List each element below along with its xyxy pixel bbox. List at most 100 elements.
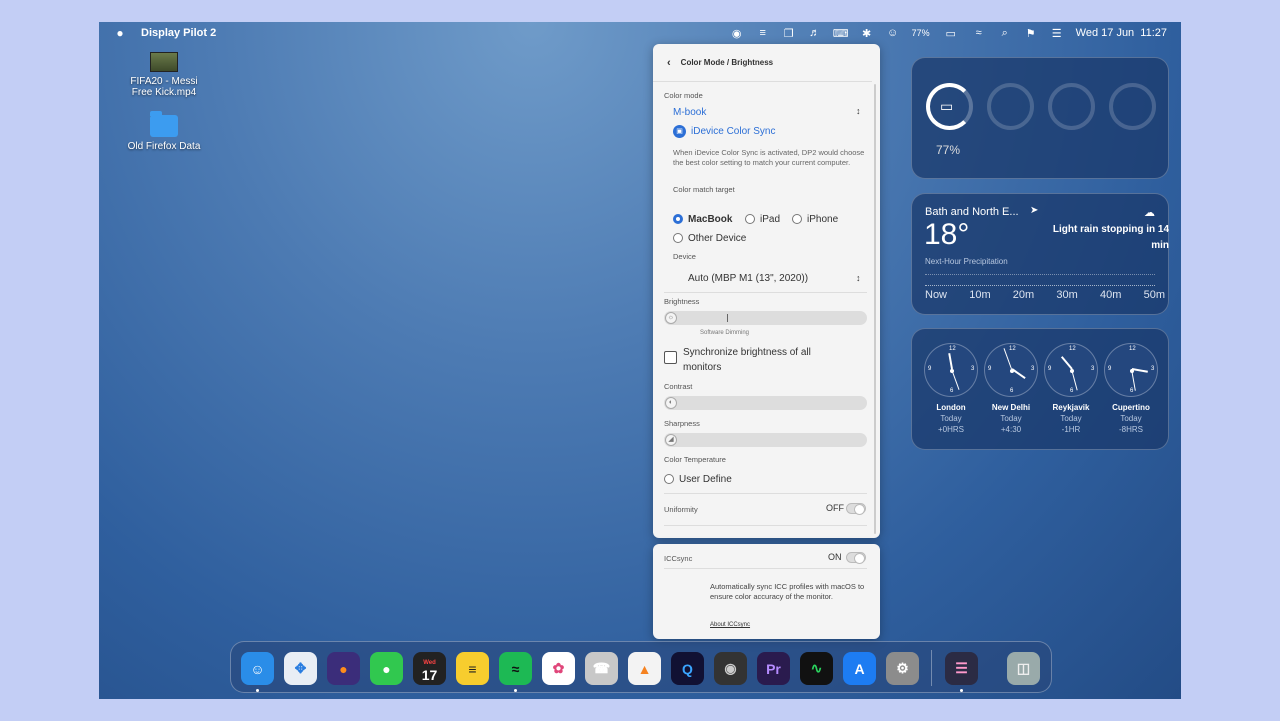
color-mode-label: Color mode: [664, 91, 703, 100]
time-label: Now: [925, 289, 948, 301]
iccsync-description: Automatically sync ICC profiles with mac…: [710, 582, 865, 601]
battery-icon[interactable]: ▭: [942, 27, 960, 40]
device-select[interactable]: Auto (MBP M1 (13", 2020)): [688, 273, 808, 284]
sharpness-label: Sharpness: [664, 419, 700, 428]
firefox-icon[interactable]: ●: [327, 652, 360, 685]
city-name: Cupertino: [1112, 403, 1150, 412]
finder-icon[interactable]: ☺: [241, 652, 274, 685]
apple-logo-icon[interactable]: ●: [113, 26, 127, 40]
menu-bar: ● Display Pilot 2 ◉ ≡ ❐ ♬ ⌨ ✱ ☺ 77% ▭ ≈ …: [99, 22, 1181, 44]
sharpness-icon[interactable]: ◢: [665, 434, 677, 446]
radio-ipad[interactable]: [745, 214, 755, 224]
messages-icon[interactable]: ●: [370, 652, 403, 685]
time-label: 50m: [1143, 289, 1165, 301]
sync-brightness-checkbox[interactable]: [664, 351, 677, 364]
volume-icon[interactable]: ♬: [808, 27, 822, 39]
divider: [664, 525, 867, 526]
menu-extra-icon[interactable]: ≡: [756, 27, 770, 39]
radio-iphone[interactable]: [792, 214, 802, 224]
city-day: Today: [1000, 414, 1022, 423]
divider: [664, 292, 867, 293]
battery-percent[interactable]: 77%: [912, 28, 930, 38]
weather-widget[interactable]: Bath and North E... ➤ ☁ 18° Light rain s…: [911, 193, 1169, 315]
sharpness-slider[interactable]: ◢: [664, 433, 867, 447]
screenshot-icon[interactable]: ◉: [714, 652, 747, 685]
desktop-file-video[interactable]: FIFA20 - Messi Free Kick.mp4: [119, 52, 209, 98]
window-icon[interactable]: ❐: [782, 27, 796, 40]
brightness-slider[interactable]: ☼: [664, 311, 867, 325]
color-mode-panel: ‹ Color Mode / Brightness Color mode M-b…: [653, 44, 880, 538]
battery-widget[interactable]: ▭ 77%: [911, 57, 1169, 179]
trash-icon[interactable]: ◫: [1007, 652, 1040, 685]
city-cupertino: Cupertino Today -8HRS: [1101, 403, 1161, 434]
search-icon[interactable]: ⌕: [998, 27, 1012, 39]
world-clock-widget[interactable]: 12 3 69 12 3 69 12 3 69 12 3 69 London T…: [911, 328, 1169, 450]
keyboard-icon[interactable]: ⌨: [833, 27, 849, 40]
notes-icon[interactable]: ≡: [456, 652, 489, 685]
safari-icon[interactable]: ✥: [284, 652, 317, 685]
desktop-folder-label: Old Firefox Data: [127, 141, 201, 152]
back-chevron-icon[interactable]: ‹: [667, 57, 671, 69]
activity-monitor-icon[interactable]: ∿: [800, 652, 833, 685]
control-center-icon[interactable]: ☰: [1050, 27, 1064, 40]
quicktime-icon[interactable]: Q: [671, 652, 704, 685]
panel-scrollbar[interactable]: [874, 84, 876, 534]
clock-face-london: 12 3 69: [924, 343, 978, 397]
desktop-folder[interactable]: Old Firefox Data: [119, 111, 209, 152]
battery-ring-empty: [1109, 83, 1156, 130]
uniformity-toggle[interactable]: [846, 503, 866, 515]
laptop-icon: ▭: [940, 98, 954, 114]
color-mode-select[interactable]: M-book: [673, 107, 706, 118]
menu-clock[interactable]: Wed 17 Jun 11:27: [1076, 27, 1167, 39]
wifi-icon[interactable]: ≈: [972, 27, 986, 39]
vlc-icon[interactable]: ▲: [628, 652, 661, 685]
panel-title: Color Mode / Brightness: [680, 58, 774, 67]
radio-user-define[interactable]: [664, 474, 674, 484]
sync-brightness-label: Synchronize brightness of all monitors: [683, 347, 811, 373]
contrast-icon[interactable]: ◐: [665, 397, 677, 409]
system-settings-icon[interactable]: ⚙: [886, 652, 919, 685]
user-icon[interactable]: ☺: [886, 27, 900, 39]
clock-face-new-delhi: 12 3 69: [984, 343, 1038, 397]
calendar-date: 17: [421, 666, 438, 683]
radio-macbook[interactable]: [673, 214, 683, 224]
rain-cloud-icon: ☁: [1144, 207, 1155, 219]
idevice-sync-link[interactable]: iDevice Color Sync: [691, 126, 775, 137]
battery-percent: 77%: [936, 143, 961, 157]
running-indicator: [514, 689, 517, 692]
contrast-label: Contrast: [664, 382, 693, 391]
active-app-name[interactable]: Display Pilot 2: [141, 27, 216, 39]
iccsync-panel: ICCsync ON Automatically sync ICC profil…: [653, 544, 880, 639]
select-arrows-icon[interactable]: ↕: [856, 106, 861, 116]
radio-other-device[interactable]: [673, 233, 683, 243]
premiere-icon[interactable]: Pr: [757, 652, 790, 685]
desktop: ● Display Pilot 2 ◉ ≡ ❐ ♬ ⌨ ✱ ☺ 77% ▭ ≈ …: [99, 22, 1181, 699]
flag-icon[interactable]: ⚑: [1024, 27, 1038, 40]
app-store-icon[interactable]: A: [843, 652, 876, 685]
divider: [664, 568, 867, 569]
idevice-sync-icon[interactable]: ▣: [673, 125, 686, 138]
city-name: London: [936, 403, 966, 412]
spotify-icon[interactable]: ≈: [499, 652, 532, 685]
panel-header: ‹ Color Mode / Brightness: [653, 44, 872, 82]
device-label: Device: [673, 252, 696, 261]
sun-icon[interactable]: ☼: [665, 312, 677, 324]
display-pilot-icon[interactable]: ◉: [730, 27, 744, 40]
time-label: 10m: [969, 289, 991, 301]
device-select-arrows-icon[interactable]: ↕: [856, 273, 861, 283]
weather-forecast: Light rain stopping in 14 min: [1052, 224, 1169, 251]
city-london: London Today +0HRS: [921, 403, 981, 434]
contrast-slider[interactable]: ◐: [664, 396, 867, 410]
whatsapp-icon[interactable]: ☎: [585, 652, 618, 685]
display-pilot-icon[interactable]: ☰: [945, 652, 978, 685]
dock: ☺ ✥ ● ● Wed 17 ≡ ≈ ✿ ☎ ▲ Q ◉ Pr ∿ A ⚙ ☰ …: [230, 641, 1052, 693]
calendar-icon[interactable]: Wed 17: [413, 652, 446, 685]
video-thumbnail-icon: [150, 52, 178, 72]
weather-temperature: 18°: [924, 218, 970, 251]
brightness-note: Software Dimming: [700, 330, 750, 336]
photos-icon[interactable]: ✿: [542, 652, 575, 685]
iccsync-toggle[interactable]: [846, 552, 866, 564]
bluetooth-icon[interactable]: ✱: [860, 27, 874, 40]
about-iccsync-link[interactable]: About ICCsync: [710, 622, 750, 628]
city-day: Today: [940, 414, 962, 423]
